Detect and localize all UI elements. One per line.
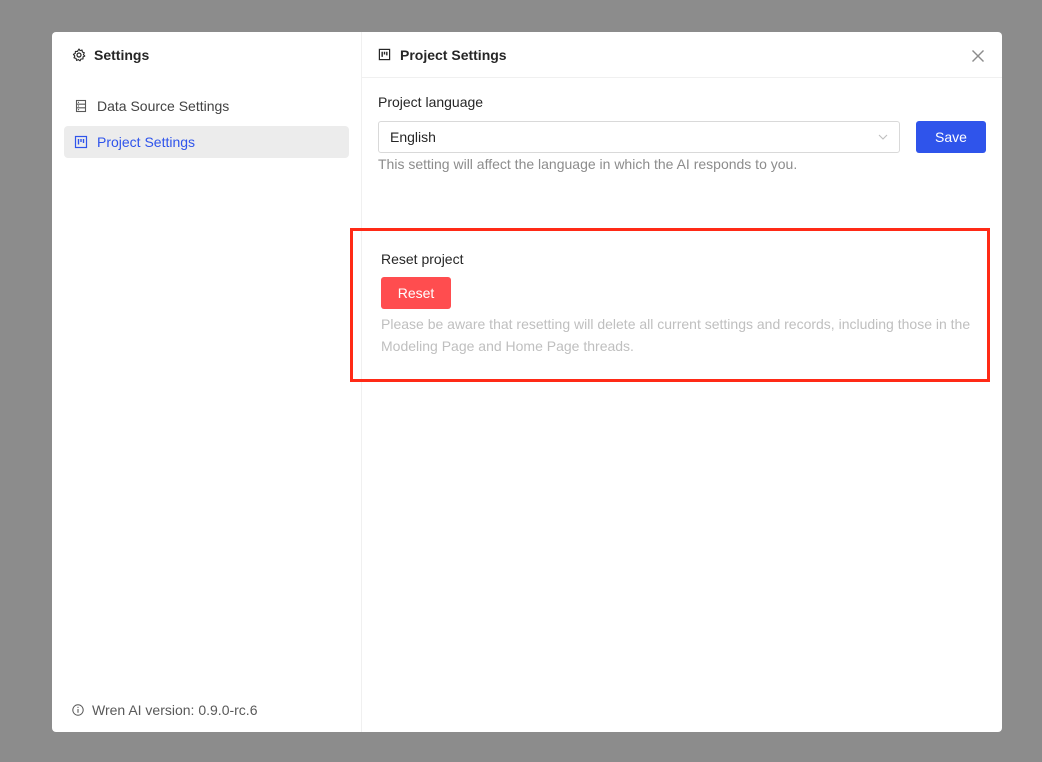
reset-project-highlight: Reset project Reset Please be aware that… bbox=[350, 228, 990, 382]
gear-icon bbox=[72, 48, 86, 62]
reset-warning-text: Please be aware that resetting will dele… bbox=[381, 316, 971, 354]
database-icon bbox=[74, 99, 88, 113]
page-title: Project Settings bbox=[400, 46, 507, 63]
chevron-down-icon bbox=[878, 132, 888, 142]
close-button[interactable] bbox=[970, 48, 986, 64]
sidebar-title: Settings bbox=[94, 47, 150, 63]
sidebar-item-project-settings[interactable]: Project Settings bbox=[64, 126, 349, 158]
settings-menu: Data Source Settings Project Settings bbox=[52, 78, 361, 158]
settings-modal: Settings Data Source Settings Project Se… bbox=[52, 32, 1002, 732]
language-row: English Save bbox=[378, 121, 986, 153]
sidebar-header: Settings bbox=[52, 32, 361, 78]
version-text: Wren AI version: 0.9.0-rc.6 bbox=[92, 702, 258, 718]
settings-sidebar: Settings Data Source Settings Project Se… bbox=[52, 32, 362, 732]
settings-main-panel: Project Settings Project language Englis… bbox=[350, 32, 1002, 732]
close-icon bbox=[971, 49, 985, 63]
language-help-text: This setting will affect the language in… bbox=[378, 156, 798, 172]
info-icon bbox=[72, 704, 84, 716]
save-button[interactable]: Save bbox=[916, 121, 986, 153]
sidebar-item-label: Data Source Settings bbox=[97, 98, 230, 114]
project-settings-form: Project language English Save This setti… bbox=[350, 78, 1002, 382]
project-icon bbox=[378, 48, 391, 61]
main-header: Project Settings bbox=[362, 32, 1002, 78]
reset-button[interactable]: Reset bbox=[381, 277, 451, 309]
project-icon bbox=[74, 135, 88, 149]
language-select[interactable]: English bbox=[378, 121, 900, 153]
sidebar-item-data-source-settings[interactable]: Data Source Settings bbox=[64, 90, 349, 122]
sidebar-item-label: Project Settings bbox=[97, 134, 196, 150]
version-info: Wren AI version: 0.9.0-rc.6 bbox=[72, 702, 257, 718]
language-select-value: English bbox=[390, 129, 436, 145]
reset-project-label: Reset project bbox=[381, 251, 464, 267]
language-label: Project language bbox=[378, 94, 484, 110]
